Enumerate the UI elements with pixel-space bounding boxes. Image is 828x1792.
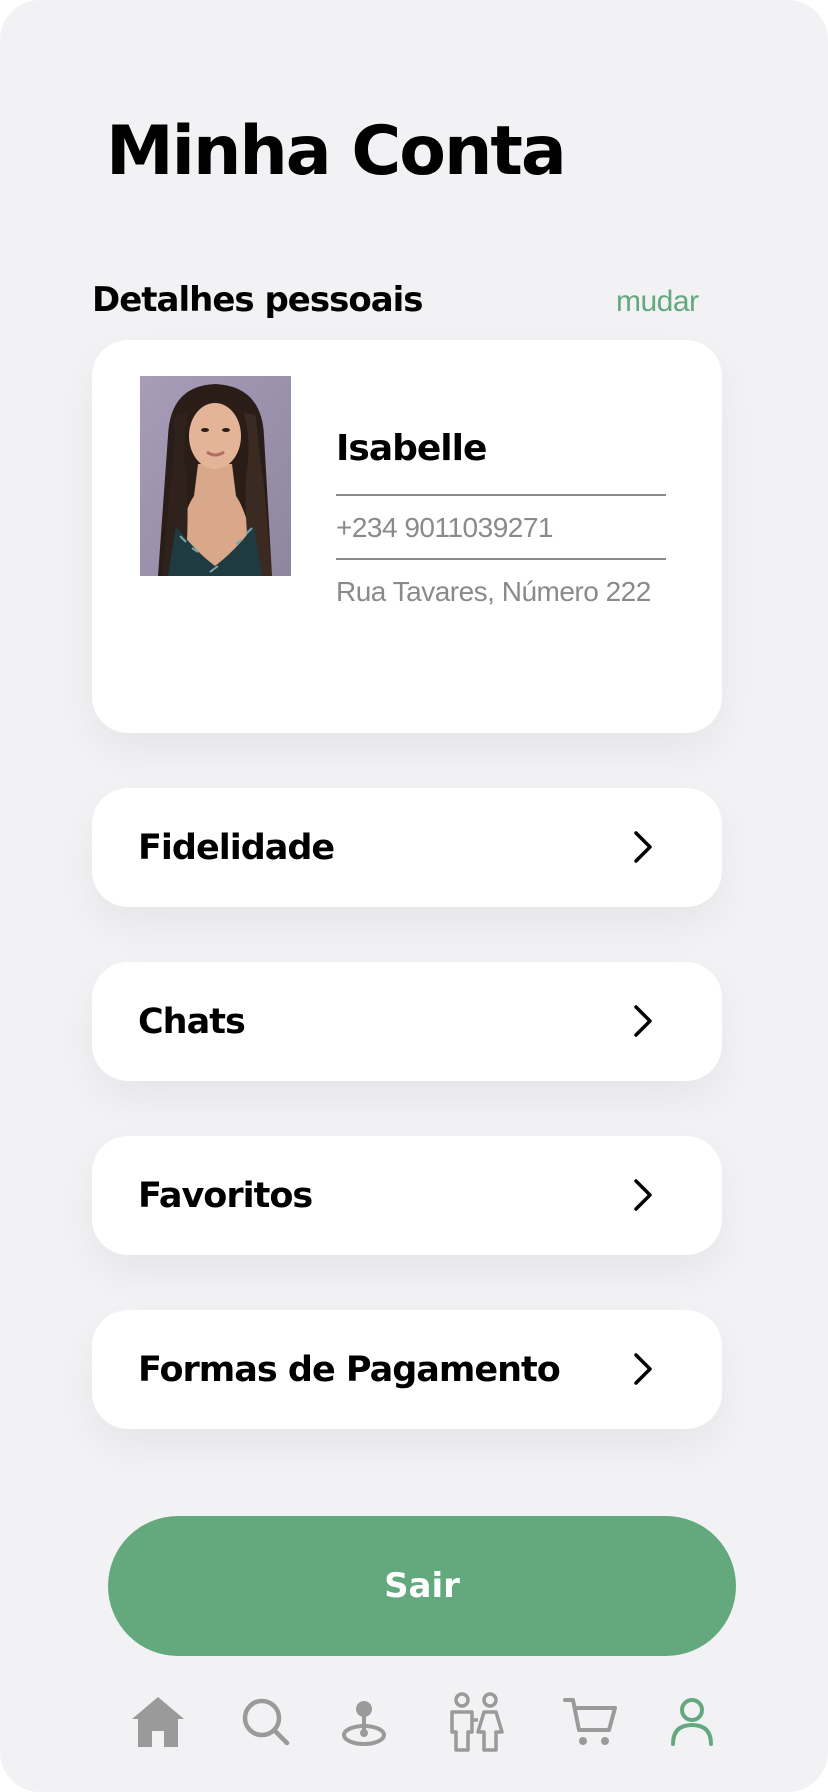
logout-button[interactable]: Sair [108, 1516, 736, 1656]
change-details-link[interactable]: mudar [616, 285, 699, 319]
location-pin-icon [342, 1701, 386, 1746]
menu-item-chats[interactable]: Chats [92, 962, 722, 1081]
chevron-right-icon [634, 1179, 652, 1211]
avatar [140, 376, 291, 576]
menu-item-label: Formas de Pagamento [138, 1350, 561, 1390]
chevron-right-icon [634, 831, 652, 863]
menu-item-favoritos[interactable]: Favoritos [92, 1136, 722, 1255]
home-icon [132, 1697, 184, 1747]
section-title-personal-details: Detalhes pessoais [92, 280, 424, 320]
menu-item-formas-de-pagamento[interactable]: Formas de Pagamento [92, 1310, 722, 1429]
tab-location[interactable] [332, 1694, 396, 1750]
account-screen: Minha Conta Detalhes pessoais mudar Isab… [0, 0, 828, 1792]
menu-item-label: Chats [138, 1002, 246, 1042]
profile-phone: +234 9011039271 [336, 512, 554, 543]
tab-search[interactable] [234, 1694, 298, 1750]
search-icon [242, 1698, 290, 1746]
logout-label: Sair [384, 1566, 460, 1606]
chevron-right-icon [634, 1353, 652, 1385]
menu-item-fidelidade[interactable]: Fidelidade [92, 788, 722, 907]
tab-home[interactable] [126, 1694, 190, 1750]
divider [336, 558, 666, 560]
menu-item-label: Fidelidade [138, 828, 335, 868]
cart-icon [563, 1698, 617, 1745]
profile-address: Rua Tavares, Número 222 [336, 576, 651, 607]
tab-couple[interactable] [444, 1692, 508, 1752]
menu-item-label: Favoritos [138, 1176, 313, 1216]
chevron-right-icon [634, 1005, 652, 1037]
tab-cart[interactable] [558, 1694, 622, 1750]
profile-card: Isabelle +234 9011039271 Rua Tavares, Nú… [92, 340, 722, 733]
user-icon [671, 1698, 713, 1746]
page-title: Minha Conta [106, 112, 567, 191]
divider [336, 494, 666, 496]
couple-icon [450, 1692, 504, 1752]
tab-account[interactable] [660, 1694, 724, 1750]
profile-name: Isabelle [336, 428, 487, 469]
